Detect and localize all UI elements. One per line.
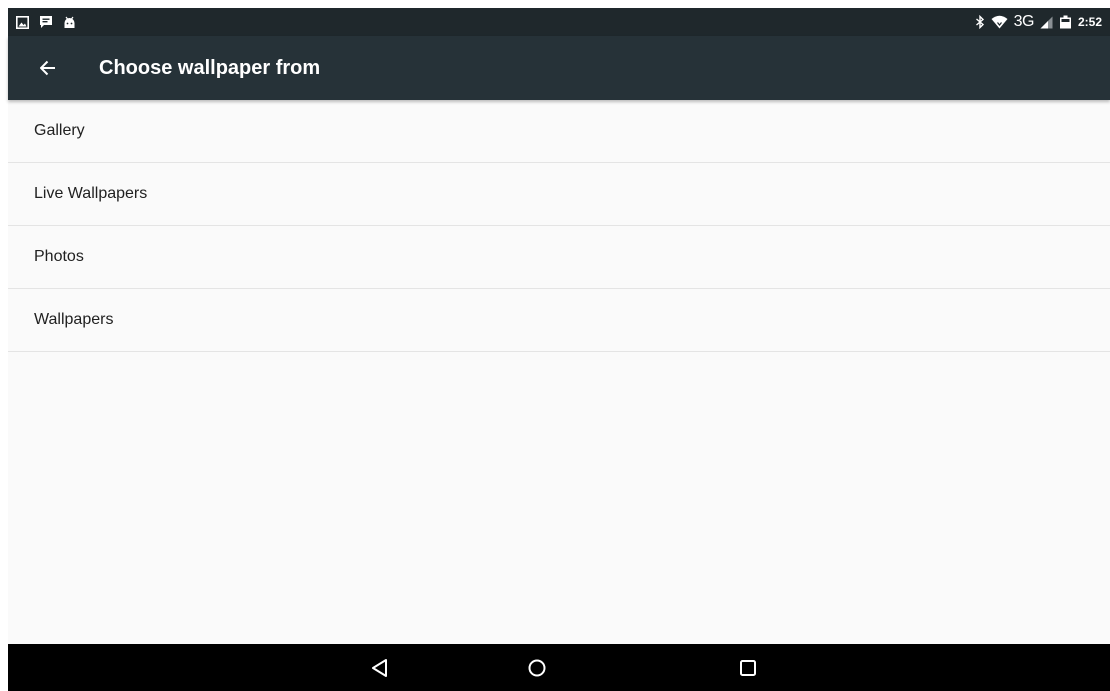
back-button[interactable] (32, 52, 64, 84)
list-item-gallery[interactable]: Gallery (8, 100, 1110, 163)
system-icons: 3G 2:52 (975, 8, 1102, 36)
home-circle-icon (527, 658, 547, 678)
list-item-live-wallpapers[interactable]: Live Wallpapers (8, 163, 1110, 226)
list-item-label: Photos (34, 248, 84, 265)
navigation-bar (8, 644, 1110, 691)
signal-icon (1040, 16, 1053, 29)
android-icon (63, 16, 76, 29)
clock: 2:52 (1077, 15, 1102, 29)
arrow-back-icon (40, 60, 56, 76)
list-item-photos[interactable]: Photos (8, 226, 1110, 289)
list-item-wallpapers[interactable]: Wallpapers (8, 289, 1110, 352)
nav-home-button[interactable] (521, 652, 553, 684)
list-item-label: Gallery (34, 122, 85, 139)
gallery-icon (16, 15, 29, 29)
bluetooth-icon (975, 15, 985, 29)
recents-square-icon (739, 659, 757, 677)
list-item-label: Wallpapers (34, 311, 114, 328)
list-item-label: Live Wallpapers (34, 185, 148, 202)
nav-back-button[interactable] (364, 652, 396, 684)
network-type: 3G (1013, 13, 1035, 30)
screen: 3G 2:52 Choose wallpaper from Gallery Li… (0, 0, 1110, 691)
toolbar: Choose wallpaper from (8, 36, 1110, 100)
notification-icons (16, 8, 76, 36)
message-icon (39, 15, 53, 29)
page-title: Choose wallpaper from (99, 57, 321, 79)
status-bar: 3G 2:52 (8, 8, 1110, 36)
nav-recents-button[interactable] (732, 652, 764, 684)
wifi-icon (991, 15, 1008, 29)
wallpaper-source-list: Gallery Live Wallpapers Photos Wallpaper… (8, 100, 1110, 644)
back-triangle-icon (371, 658, 389, 678)
battery-icon (1059, 15, 1072, 29)
